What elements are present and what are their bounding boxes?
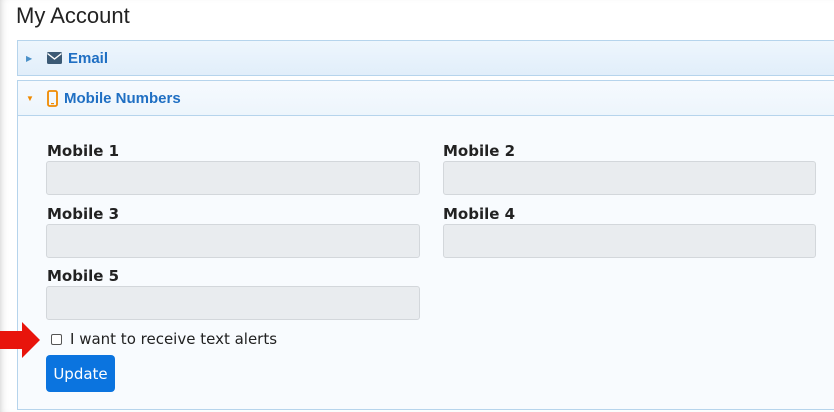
caret-down-icon: ▼ (26, 93, 34, 103)
mobile-phone-icon (47, 89, 58, 107)
email-section-header[interactable]: ▶ Email (17, 40, 834, 76)
mobile-5-input[interactable] (46, 286, 420, 320)
annotation-arrow-icon (0, 322, 40, 358)
mobile-section-label: Mobile Numbers (64, 89, 181, 107)
caret-right-icon: ▶ (26, 53, 33, 63)
text-alerts-checkbox[interactable] (51, 333, 62, 345)
mobile-3-input[interactable] (46, 224, 420, 258)
mobile-1-input[interactable] (46, 161, 420, 195)
update-button[interactable]: Update (46, 355, 115, 392)
mobile-2-label: Mobile 2 (443, 142, 516, 160)
mobile-5-label: Mobile 5 (47, 267, 120, 285)
mobile-4-label: Mobile 4 (443, 205, 516, 223)
text-alerts-row[interactable]: I want to receive text alerts (51, 330, 277, 348)
mobile-4-input[interactable] (443, 224, 816, 258)
mobile-2-input[interactable] (443, 161, 816, 195)
account-page: My Account ▶ Email ▼ Mobile Numbers Mobi… (0, 0, 834, 412)
text-alerts-label[interactable]: I want to receive text alerts (70, 330, 277, 348)
envelope-icon (47, 52, 62, 64)
mobile-3-label: Mobile 3 (47, 205, 120, 223)
page-title: My Account (16, 3, 130, 28)
mobile-section-header[interactable]: ▼ Mobile Numbers (17, 80, 834, 116)
mobile-1-label: Mobile 1 (47, 142, 120, 160)
mobile-section-body: Mobile 1 Mobile 2 Mobile 3 Mobile 4 Mobi… (17, 116, 834, 410)
email-section-label: Email (68, 49, 109, 67)
